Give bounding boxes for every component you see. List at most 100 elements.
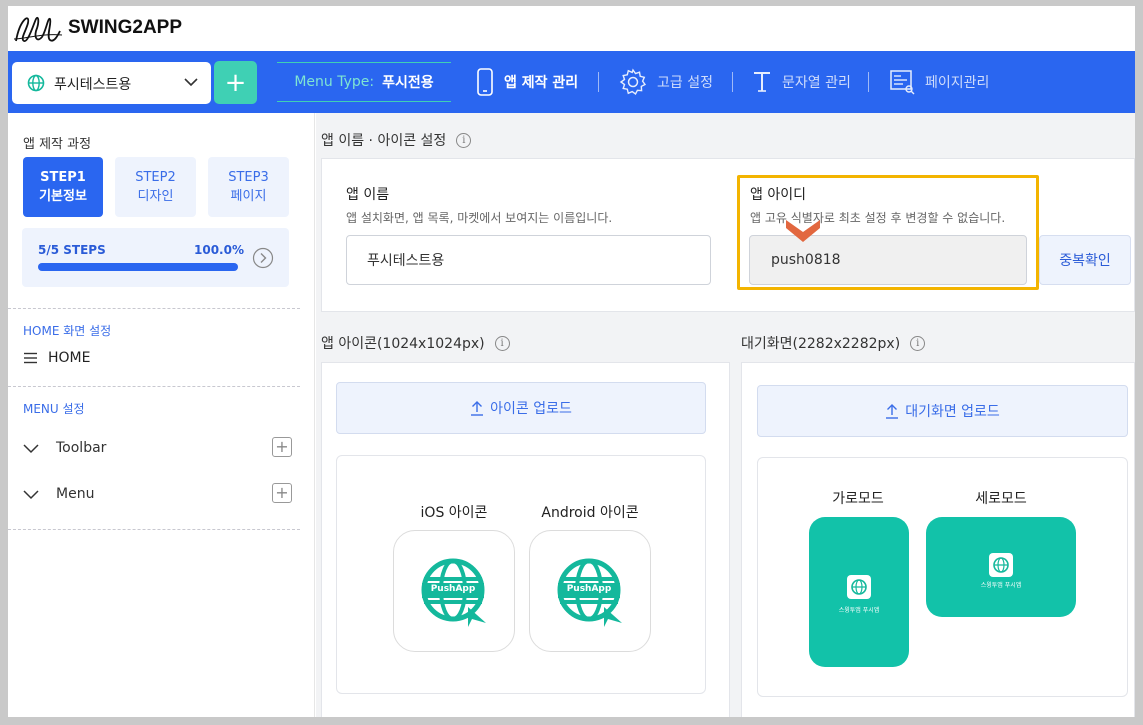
splash-card: 대기화면 업로드 가로모드 세로모드 스윙투앱 푸시앱 스윙투앱 푸시앱 (741, 362, 1135, 722)
step3-line1: STEP3 (228, 170, 269, 185)
swing2app-logo-icon (13, 16, 63, 42)
splash-upload-button[interactable]: 대기화면 업로드 (757, 385, 1128, 437)
progress-bar-fill (38, 263, 238, 271)
landscape-label: 가로모드 (832, 491, 884, 507)
top-navigation: 푸시테스트용 + Menu Type: 푸시전용 앱 제작 관리 고급 설정 문… (8, 51, 1135, 113)
splash-preview-area: 가로모드 세로모드 스윙투앱 푸시앱 스윙투앱 푸시앱 (757, 457, 1128, 697)
info-icon[interactable]: i (910, 335, 926, 351)
menu-type-indicator: Menu Type: 푸시전용 (277, 62, 451, 102)
splash-upload-label: 대기화면 업로드 (905, 404, 1000, 420)
home-item-label: HOME (48, 350, 91, 366)
progress-panel: 5/5 STEPS 100.0% (22, 228, 289, 287)
app-name-label: 앱 이름 (346, 187, 390, 203)
app-icon-section-label: 앱 아이콘(1024x1024px) (321, 336, 485, 352)
upload-icon (471, 401, 484, 416)
android-icon-tile: PushApp (529, 530, 651, 652)
step2-line2: 디자인 (137, 189, 174, 204)
step3-line2: 페이지 (230, 189, 267, 204)
nav-page-management-label: 페이지관리 (925, 75, 990, 91)
step2-button[interactable]: STEP2 디자인 (115, 157, 196, 217)
sidebar: 앱 제작 과정 STEP1 기본정보 STEP2 디자인 STEP3 페이지 5… (8, 113, 315, 719)
progress-bar (38, 263, 238, 271)
arrow-down-marker-icon (786, 220, 820, 242)
menu-item-menu[interactable]: Menu + (22, 482, 292, 506)
android-icon-label: Android 아이콘 (541, 505, 639, 521)
nav-string-management[interactable]: 문자열 관리 (752, 67, 851, 97)
chevron-down-icon (23, 490, 39, 500)
chevron-down-icon (23, 444, 39, 454)
divider (8, 386, 300, 387)
globe-icon (27, 74, 45, 92)
app-selector[interactable]: 푸시테스트용 (12, 62, 211, 104)
progress-steps-label: 5/5 STEPS (38, 243, 106, 257)
step3-button[interactable]: STEP3 페이지 (208, 157, 289, 217)
icon-preview-area: iOS 아이콘 Android 아이콘 PushApp PushApp (336, 455, 706, 694)
name-icon-section-label: 앱 이름 · 아이콘 설정 (321, 133, 447, 149)
ios-icon-label: iOS 아이콘 (420, 505, 488, 521)
nav-advanced-settings-label: 고급 설정 (657, 75, 713, 91)
portrait-label: 세로모드 (975, 491, 1027, 507)
app-name-card: 앱 이름 앱 설치화면, 앱 목록, 마켓에서 보여지는 이름입니다. 푸시테스… (321, 158, 1135, 312)
text-icon (754, 72, 770, 92)
icon-text: PushApp (566, 584, 612, 594)
menu-type-value: 푸시전용 (382, 75, 434, 91)
menu-section-label: MENU 설정 (23, 402, 85, 416)
nav-divider (598, 72, 599, 92)
icon-text: PushApp (430, 584, 476, 594)
name-icon-section-title: 앱 이름 · 아이콘 설정 i (321, 130, 472, 150)
nav-divider (868, 72, 869, 92)
nav-string-management-label: 문자열 관리 (782, 75, 851, 91)
brand-bar: SWING2APP (8, 6, 1135, 51)
menu-type-label: Menu Type: (294, 74, 375, 90)
app-icon-card: 아이콘 업로드 iOS 아이콘 Android 아이콘 PushApp Push… (321, 362, 730, 722)
upload-icon (886, 404, 899, 419)
globe-icon (847, 575, 871, 599)
highlight-box (737, 175, 1039, 290)
duplicate-check-button[interactable]: 중복확인 (1039, 235, 1131, 285)
icon-upload-label: 아이콘 업로드 (490, 401, 572, 417)
step1-line2: 기본정보 (39, 189, 87, 204)
splash-caption: 스윙투앱 푸시앱 (980, 582, 1022, 589)
nav-advanced-settings[interactable]: 고급 설정 (619, 67, 713, 97)
divider (8, 308, 300, 309)
app-name-description: 앱 설치화면, 앱 목록, 마켓에서 보여지는 이름입니다. (346, 211, 613, 225)
splash-caption: 스윙투앱 푸시앱 (838, 607, 880, 614)
hamburger-icon (24, 352, 37, 364)
splash-section-title: 대기화면(2282x2282px) i (741, 333, 926, 353)
phone-icon (477, 68, 493, 96)
step1-button[interactable]: STEP1 기본정보 (23, 157, 103, 217)
app-name-input[interactable]: 푸시테스트용 (346, 235, 711, 285)
menu-item-toolbar-label: Toolbar (56, 440, 107, 456)
nav-app-management-label: 앱 제작 관리 (504, 75, 579, 91)
gear-icon (619, 68, 647, 96)
app-selector-value: 푸시테스트용 (54, 77, 132, 93)
portrait-splash-preview: 스윙투앱 푸시앱 (926, 517, 1076, 617)
home-section-label: HOME 화면 설정 (23, 324, 112, 338)
step2-line1: STEP2 (135, 170, 176, 185)
nav-divider (732, 72, 733, 92)
divider (8, 529, 300, 530)
page-icon (890, 70, 915, 95)
chevron-down-icon (184, 78, 198, 87)
info-icon[interactable]: i (494, 335, 510, 351)
home-menu-item[interactable]: HOME (24, 350, 90, 366)
main-content: 앱 이름 · 아이콘 설정 i 앱 이름 앱 설치화면, 앱 목록, 마켓에서 … (316, 113, 1135, 722)
icon-upload-button[interactable]: 아이콘 업로드 (336, 382, 706, 434)
landscape-splash-preview: 스윙투앱 푸시앱 (809, 517, 909, 667)
menu-item-toolbar[interactable]: Toolbar + (22, 436, 292, 460)
nav-app-management[interactable]: 앱 제작 관리 (476, 67, 578, 97)
app-icon-section-title: 앱 아이콘(1024x1024px) i (321, 333, 510, 353)
brand-name: SWING2APP (68, 17, 183, 38)
step1-line1: STEP1 (40, 170, 86, 185)
build-process-title: 앱 제작 과정 (23, 137, 92, 152)
globe-icon (989, 553, 1013, 577)
nav-page-management[interactable]: 페이지관리 (889, 67, 989, 97)
add-square-icon[interactable]: + (272, 437, 292, 457)
ios-icon-tile: PushApp (393, 530, 515, 652)
add-square-icon[interactable]: + (272, 483, 292, 503)
chevron-right-circle-icon[interactable] (252, 247, 274, 269)
splash-section-label: 대기화면(2282x2282px) (741, 336, 901, 352)
add-app-button[interactable]: + (214, 61, 257, 104)
menu-item-menu-label: Menu (56, 486, 95, 502)
info-icon[interactable]: i (456, 132, 472, 148)
